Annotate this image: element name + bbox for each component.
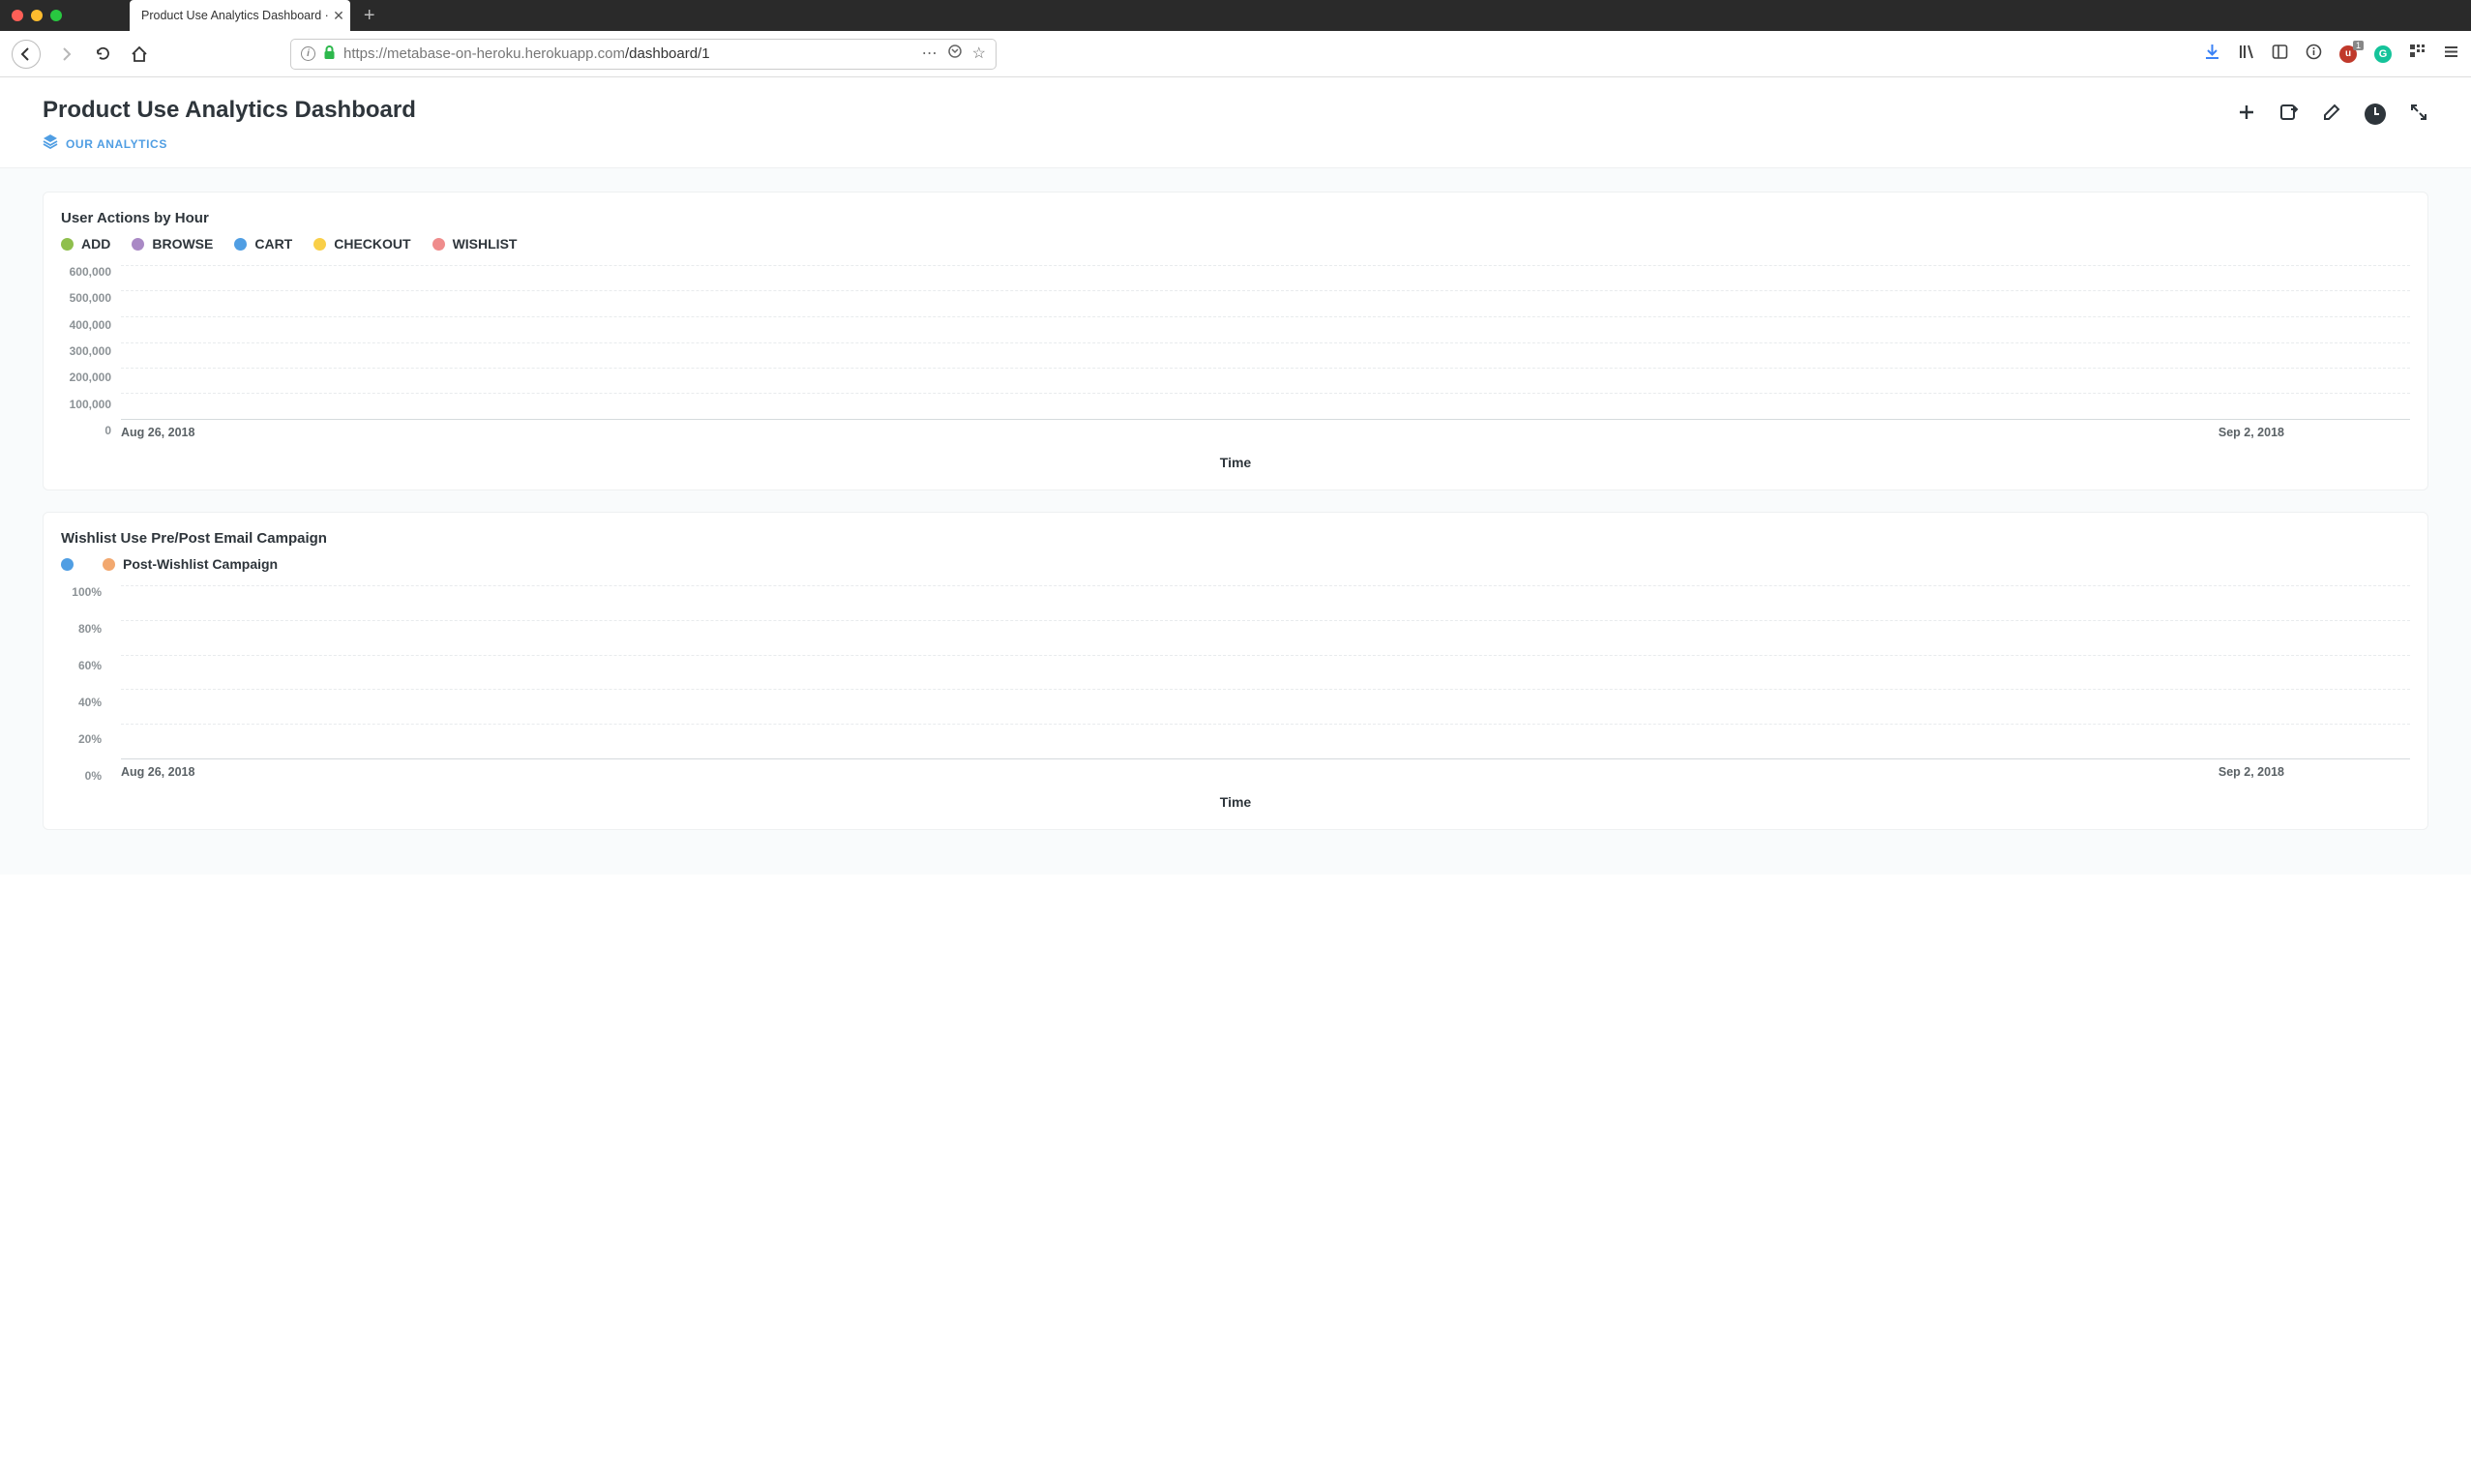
info-circle-icon[interactable] — [2306, 44, 2322, 65]
maximize-window-icon[interactable] — [50, 10, 62, 21]
swatch-icon — [103, 558, 115, 571]
x-axis-label: Time — [61, 794, 2410, 810]
back-button[interactable] — [12, 40, 41, 69]
menu-icon[interactable] — [2443, 44, 2459, 65]
traffic-lights — [12, 10, 62, 21]
apps-icon[interactable] — [2409, 44, 2426, 65]
swatch-icon — [61, 238, 74, 251]
close-tab-icon[interactable]: ✕ — [333, 8, 344, 24]
bookmark-star-icon[interactable]: ☆ — [972, 44, 986, 64]
chart-legend: Post-Wishlist Campaign — [61, 556, 2410, 572]
chart-area: 100%80%60% 40%20%0% Aug 26, 2018 Sep 2, … — [61, 585, 2410, 810]
window-titlebar: Product Use Analytics Dashboard · ✕ + — [0, 0, 2471, 31]
plot-area — [121, 585, 2410, 759]
chart-card-wishlist[interactable]: Wishlist Use Pre/Post Email Campaign Pos… — [43, 512, 2428, 830]
legend-item-cart[interactable]: CART — [234, 236, 292, 252]
collection-icon — [43, 134, 58, 154]
ublock-badge: 1 — [2353, 41, 2364, 50]
chart-title: Wishlist Use Pre/Post Email Campaign — [61, 530, 2410, 547]
page-title: Product Use Analytics Dashboard — [43, 97, 416, 124]
chart-area: 600,000500,000400,000 300,000200,000100,… — [61, 265, 2410, 470]
edit-dashboard-button[interactable] — [2322, 103, 2341, 125]
legend-item-add[interactable]: ADD — [61, 236, 110, 252]
legend-item-post[interactable]: Post-Wishlist Campaign — [103, 556, 278, 572]
x-axis-label: Time — [61, 455, 2410, 470]
forward-button[interactable] — [54, 43, 77, 66]
page-header: Product Use Analytics Dashboard OUR ANAL… — [0, 77, 2471, 167]
tab-strip: Product Use Analytics Dashboard · ✕ + — [130, 0, 375, 31]
swatch-icon — [132, 238, 144, 251]
swatch-icon — [234, 238, 247, 251]
browser-tab[interactable]: Product Use Analytics Dashboard · ✕ — [130, 0, 350, 31]
chart-legend: ADD BROWSE CART CHECKOUT WISHLIST — [61, 236, 2410, 252]
legend-item-wishlist[interactable]: WISHLIST — [432, 236, 518, 252]
reload-button[interactable] — [91, 43, 114, 66]
reader-mode-icon[interactable] — [947, 44, 963, 64]
close-window-icon[interactable] — [12, 10, 23, 21]
home-button[interactable] — [128, 43, 151, 66]
swatch-icon — [61, 558, 74, 571]
bars — [121, 585, 2410, 758]
address-bar[interactable]: i https://metabase-on-heroku.herokuapp.c… — [290, 39, 997, 70]
x-axis: Aug 26, 2018 Sep 2, 2018 — [121, 765, 2410, 779]
lock-icon — [323, 45, 336, 63]
browser-toolbar: i https://metabase-on-heroku.herokuapp.c… — [0, 31, 2471, 77]
site-info-icon[interactable]: i — [301, 46, 315, 61]
fullscreen-button[interactable] — [2409, 103, 2428, 125]
add-card-button[interactable] — [2237, 103, 2256, 125]
dashboard-actions — [2237, 97, 2428, 125]
move-dashboard-button[interactable] — [2279, 103, 2299, 125]
bars — [121, 265, 2410, 419]
swatch-icon — [313, 238, 326, 251]
swatch-icon — [432, 238, 445, 251]
toolbar-right: u 1 G — [2204, 44, 2459, 65]
refresh-schedule-button[interactable] — [2365, 104, 2386, 125]
plot-area — [121, 265, 2410, 420]
chart-card-user-actions[interactable]: User Actions by Hour ADD BROWSE CART CHE… — [43, 192, 2428, 490]
legend-item-pre[interactable] — [61, 558, 81, 571]
minimize-window-icon[interactable] — [31, 10, 43, 21]
dashboard-body: User Actions by Hour ADD BROWSE CART CHE… — [0, 167, 2471, 875]
chart-title: User Actions by Hour — [61, 210, 2410, 226]
tab-title: Product Use Analytics Dashboard · — [141, 9, 329, 22]
new-tab-button[interactable]: + — [364, 5, 375, 27]
downloads-icon[interactable] — [2204, 44, 2220, 65]
y-axis: 100%80%60% 40%20%0% — [61, 585, 109, 783]
collection-label: OUR ANALYTICS — [66, 137, 167, 151]
y-axis: 600,000500,000400,000 300,000200,000100,… — [61, 265, 119, 437]
page-actions-icon[interactable]: ⋯ — [922, 44, 938, 64]
x-axis: Aug 26, 2018 Sep 2, 2018 — [121, 426, 2410, 439]
library-icon[interactable] — [2238, 44, 2254, 65]
url-text: https://metabase-on-heroku.herokuapp.com… — [343, 45, 914, 62]
legend-item-browse[interactable]: BROWSE — [132, 236, 213, 252]
grammarly-icon[interactable]: G — [2374, 45, 2392, 63]
collection-link[interactable]: OUR ANALYTICS — [43, 134, 416, 154]
legend-item-checkout[interactable]: CHECKOUT — [313, 236, 410, 252]
ublock-icon[interactable]: u 1 — [2339, 45, 2357, 63]
sidebar-icon[interactable] — [2272, 44, 2288, 65]
